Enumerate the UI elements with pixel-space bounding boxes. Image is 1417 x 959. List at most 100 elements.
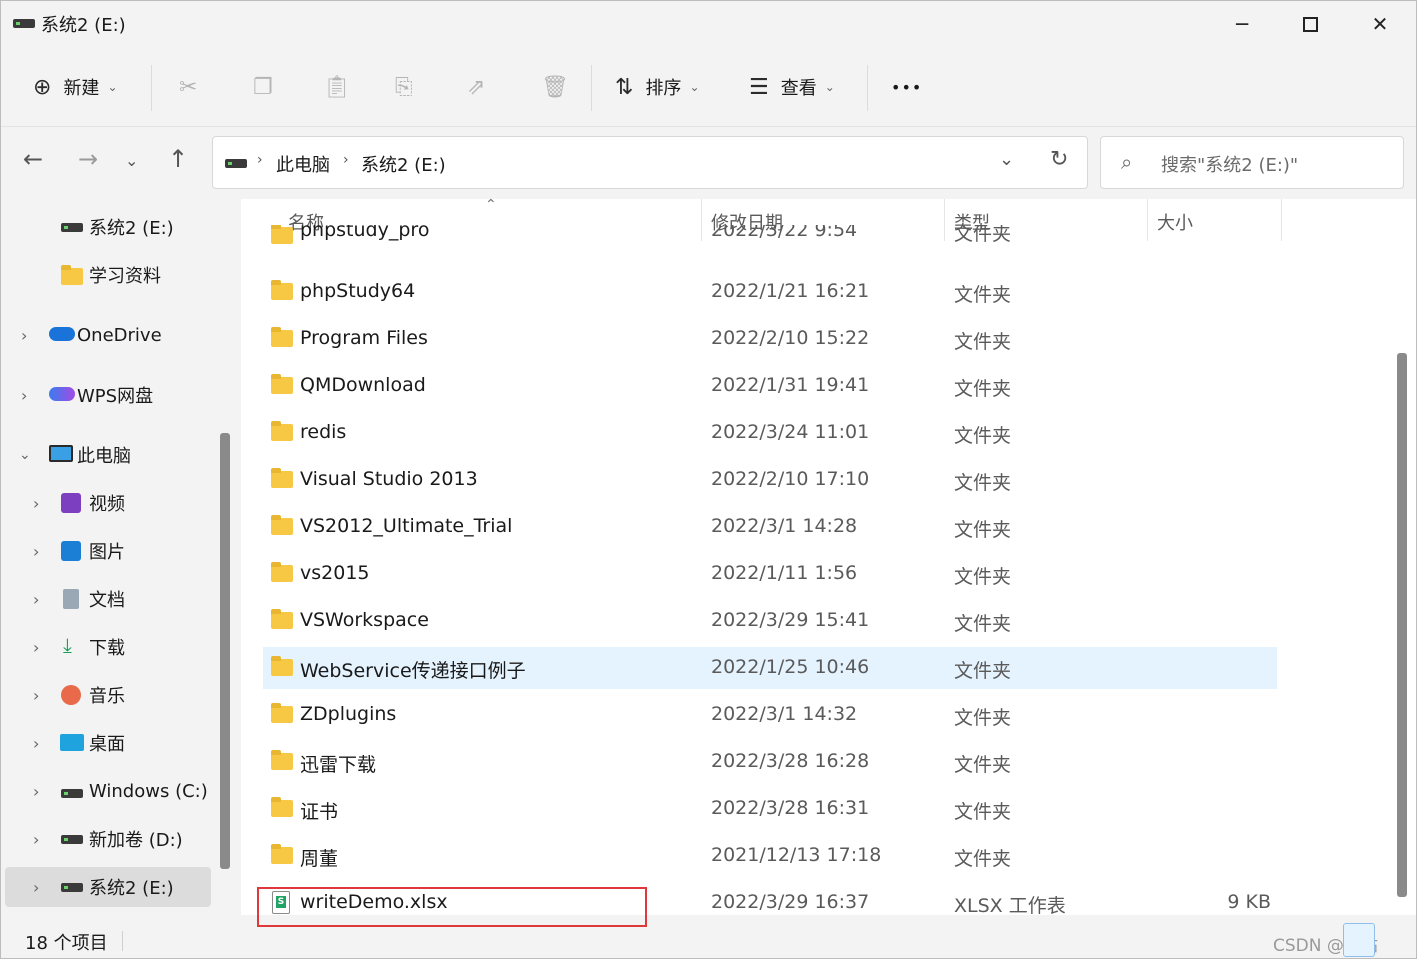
sidebar-item-onedrive[interactable]: › OneDrive — [5, 315, 211, 355]
sidebar-item-study[interactable]: 学习资料 — [5, 255, 211, 295]
breadcrumb-drive-e[interactable]: 系统2 (E:) — [361, 151, 446, 177]
file-type: 文件夹 — [954, 378, 1012, 400]
drive-icon — [61, 223, 83, 232]
sidebar-item-label: 学习资料 — [89, 266, 161, 287]
file-name: Program Files — [300, 327, 428, 349]
file-name: 迅雷下载 — [300, 754, 377, 776]
chevron-down-icon: ⌄ — [107, 80, 118, 94]
table-row[interactable]: WebService传递接口例子 2022/1/25 10:46 文件夹 — [263, 647, 1277, 689]
view-button[interactable]: ☰ 查看 ⌄ — [749, 69, 835, 105]
address-bar[interactable]: › 此电脑 › 系统2 (E:) ⌄ — [212, 136, 1088, 189]
new-button[interactable]: ⊕ 新建 ⌄ — [33, 69, 118, 105]
file-name: 周董 — [300, 848, 339, 870]
table-row[interactable]: redis 2022/3/24 11:01 文件夹 — [263, 412, 1277, 454]
sidebar-item-music[interactable]: › 音乐 — [5, 675, 211, 715]
sidebar-item-downloads[interactable]: › ⤓ 下载 — [5, 627, 211, 667]
sort-ascending-icon: ⌃ — [485, 197, 497, 213]
share-button[interactable]: ⇗ — [467, 69, 485, 105]
chevron-right-icon: › — [21, 385, 28, 405]
trash-icon: 🗑︎ — [541, 74, 569, 100]
file-date: 2022/3/28 16:31 — [711, 797, 870, 819]
chevron-right-icon: › — [33, 733, 40, 753]
table-row[interactable]: vs2015 2022/1/11 1:56 文件夹 — [263, 553, 1277, 595]
folder-icon — [271, 327, 293, 347]
refresh-icon[interactable]: ↻ — [1050, 147, 1068, 172]
sidebar-item-pictures[interactable]: › 图片 — [5, 531, 211, 571]
table-row[interactable]: 证书 2022/3/28 16:31 文件夹 — [263, 788, 1277, 830]
forward-arrow-icon[interactable]: → — [78, 145, 98, 173]
chevron-right-icon: › — [33, 877, 40, 897]
table-row[interactable]: 迅雷下载 2022/3/28 16:28 文件夹 — [263, 741, 1277, 783]
copy-button[interactable]: ❐ — [253, 69, 273, 105]
search-placeholder: 搜索"系统2 (E:)" — [1161, 155, 1299, 176]
folder-icon — [271, 609, 293, 629]
chevron-right-icon: › — [343, 152, 349, 168]
recent-chevron-icon[interactable]: ⌄ — [125, 151, 138, 170]
sidebar-item-label: 音乐 — [89, 686, 125, 707]
video-icon — [61, 493, 81, 513]
file-type: 文件夹 — [954, 425, 1012, 447]
folder-icon — [271, 280, 293, 300]
sidebar-item-drive-e[interactable]: › 系统2 (E:) — [5, 867, 211, 907]
copy-icon: ❐ — [253, 74, 273, 100]
folder-icon — [271, 844, 293, 864]
window-title: 系统2 (E:) — [41, 15, 126, 36]
sort-button[interactable]: ⇅ 排序 ⌄ — [615, 69, 700, 105]
file-name: QMDownload — [300, 374, 426, 396]
cut-button[interactable]: ✂ — [179, 69, 197, 105]
table-row[interactable]: VSWorkspace 2022/3/29 15:41 文件夹 — [263, 600, 1277, 642]
file-date: 2022/1/31 19:41 — [711, 374, 870, 396]
windows-drive-icon — [61, 789, 83, 798]
breadcrumb-this-pc[interactable]: 此电脑 — [276, 151, 330, 177]
sidebar-scrollbar[interactable] — [220, 433, 230, 869]
search-icon: ⌕ — [1121, 150, 1133, 174]
sidebar-item-wps[interactable]: › WPS网盘 — [5, 375, 211, 415]
file-type: 文件夹 — [954, 519, 1012, 541]
folder-icon — [271, 656, 293, 676]
up-arrow-icon[interactable]: ↑ — [168, 145, 188, 173]
table-row[interactable]: 周董 2021/12/13 17:18 文件夹 — [263, 835, 1277, 877]
file-name: WebService传递接口例子 — [300, 660, 526, 682]
more-button[interactable]: ••• — [891, 69, 922, 105]
sidebar-item-desktop[interactable]: › 桌面 — [5, 723, 211, 763]
view-label: 查看 — [780, 78, 817, 99]
file-type: 文件夹 — [954, 754, 1012, 776]
table-row[interactable]: QMDownload 2022/1/31 19:41 文件夹 — [263, 365, 1277, 407]
sidebar-item-drive-e-pinned[interactable]: 系统2 (E:) — [5, 207, 211, 247]
file-date: 2022/2/10 15:22 — [711, 327, 870, 349]
title-bar: 系统2 (E:) ─ ✕ — [1, 1, 1416, 47]
table-row[interactable]: ZDplugins 2022/3/1 14:32 文件夹 — [263, 694, 1277, 736]
minimize-button[interactable]: ─ — [1207, 1, 1277, 47]
folder-icon — [271, 421, 293, 441]
table-row[interactable]: Visual Studio 2013 2022/2/10 17:10 文件夹 — [263, 459, 1277, 501]
paste-button[interactable]: 📋︎ — [323, 69, 351, 105]
sidebar-item-drive-c[interactable]: › Windows (C:) — [5, 771, 211, 811]
table-row[interactable]: Program Files 2022/2/10 15:22 文件夹 — [263, 318, 1277, 360]
share-icon: ⇗ — [467, 74, 486, 100]
sidebar-item-videos[interactable]: › 视频 — [5, 483, 211, 523]
folder-icon — [271, 374, 293, 394]
minimize-icon: ─ — [1235, 12, 1249, 36]
address-dropdown-icon[interactable]: ⌄ — [999, 149, 1014, 170]
file-name: Visual Studio 2013 — [300, 468, 478, 490]
details-view-icon[interactable] — [1343, 923, 1375, 957]
file-type: 文件夹 — [954, 284, 1012, 306]
maximize-button[interactable] — [1275, 1, 1345, 47]
divider — [591, 65, 592, 111]
file-name: redis — [300, 421, 347, 443]
sidebar-item-documents[interactable]: › 文档 — [5, 579, 211, 619]
table-row[interactable]: phpStudy64 2022/1/21 16:21 文件夹 — [263, 271, 1277, 313]
sidebar-item-this-pc[interactable]: ⌄ 此电脑 — [5, 435, 211, 475]
pictures-icon — [61, 541, 81, 561]
sidebar-item-label: 图片 — [89, 542, 125, 563]
drive-icon — [225, 159, 247, 168]
table-row[interactable]: phpstudy_pro 2022/3/22 9:54 文件夹 — [263, 225, 1277, 245]
search-box[interactable]: ⌕ 搜索"系统2 (E:)" — [1100, 136, 1404, 189]
rename-button[interactable]: ⎘ — [395, 69, 413, 105]
delete-button[interactable]: 🗑︎ — [541, 69, 569, 105]
back-arrow-icon[interactable]: ← — [23, 145, 43, 173]
file-list-scrollbar[interactable] — [1397, 353, 1407, 897]
close-button[interactable]: ✕ — [1345, 1, 1415, 47]
table-row[interactable]: VS2012_Ultimate_Trial 2022/3/1 14:28 文件夹 — [263, 506, 1277, 548]
sidebar-item-drive-d[interactable]: › 新加卷 (D:) — [5, 819, 211, 859]
